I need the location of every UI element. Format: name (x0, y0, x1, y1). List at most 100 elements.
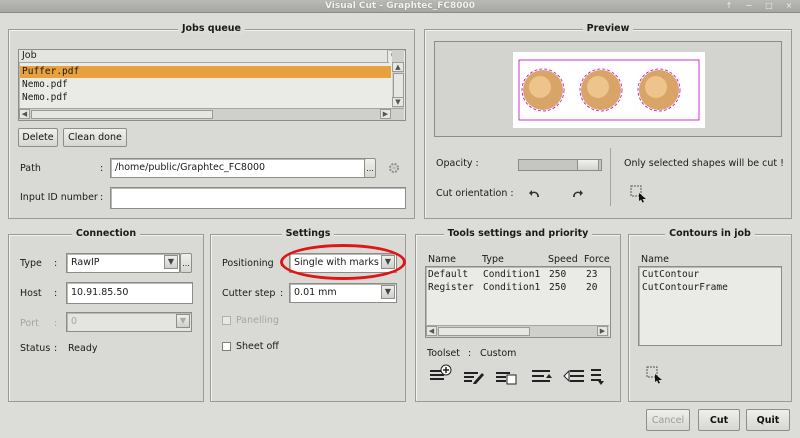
type-select[interactable]: RawIP ▼ (66, 253, 180, 273)
window-title: Visual Cut - Graphtec_FC8000 (324, 1, 476, 11)
title-bar: Visual Cut - Graphtec_FC8000 ↑ − □ × (0, 0, 800, 13)
port-value: 0 (71, 316, 78, 327)
chevron-down-icon[interactable]: ▼ (164, 255, 178, 269)
panelling-checkbox[interactable] (222, 316, 231, 325)
path-colon: : (100, 163, 104, 174)
tools-col-force[interactable]: Force (584, 254, 610, 265)
table-row[interactable]: Register Condition1 250 20 (428, 282, 610, 294)
chevron-down-icon[interactable]: ▼ (176, 314, 190, 328)
delete-button[interactable]: Delete (18, 128, 58, 147)
scroll-down-icon[interactable]: ▼ (392, 97, 404, 107)
highlight-annotation (280, 244, 406, 280)
cut-orientation-label: Cut orientation : (436, 188, 514, 199)
preview-sheet (513, 52, 705, 128)
type-value: RawIP (71, 257, 100, 268)
quit-button[interactable]: Quit (746, 409, 790, 431)
jobs-row-selected[interactable]: Puffer.pdf (20, 66, 391, 78)
port-field[interactable]: 0 ▼ (66, 312, 192, 332)
path-value: /home/public/Graphtec_FC8000 (115, 162, 266, 173)
input-id-label: Input ID number (20, 192, 98, 203)
window-maximize-button[interactable]: □ (762, 0, 776, 11)
move-down-icon[interactable] (590, 366, 606, 386)
puffer-fish-icon (521, 68, 565, 112)
jobs-queue-title: Jobs queue (177, 23, 246, 34)
cancel-button[interactable]: Cancel (646, 409, 690, 431)
puffer-fish-icon (637, 68, 681, 112)
select-contour-icon[interactable] (646, 366, 664, 384)
scroll-right-icon[interactable]: ▶ (597, 326, 608, 336)
jobs-hscrollbar[interactable]: ◀ ▶ (19, 108, 404, 120)
list-item[interactable]: CutContourFrame (642, 282, 728, 293)
path-field[interactable]: /home/public/Graphtec_FC8000 (110, 158, 366, 178)
cutter-step-select[interactable]: 0.01 mm ▼ (289, 283, 397, 303)
toolset-label: Toolset (427, 348, 460, 359)
preview-title: Preview (582, 23, 634, 34)
path-browse-button[interactable]: ... (364, 158, 376, 178)
tools-hscrollbar[interactable]: ◀ ▶ (426, 325, 609, 337)
opacity-slider[interactable] (518, 159, 602, 171)
rotate-right-icon[interactable] (570, 188, 584, 200)
contours-col-name[interactable]: Name (641, 254, 669, 265)
scroll-left-icon[interactable]: ◀ (19, 109, 30, 119)
window-minimize-button[interactable]: − (742, 0, 756, 11)
host-label: Host (20, 288, 42, 299)
status-value: Ready (68, 343, 98, 354)
cutter-step-value: 0.01 mm (294, 287, 337, 298)
host-field[interactable]: 10.91.85.50 (66, 282, 193, 304)
scroll-right-icon[interactable]: ▶ (380, 109, 391, 119)
slider-handle[interactable] (577, 160, 599, 170)
copy-tool-icon[interactable] (494, 366, 518, 386)
tools-col-type[interactable]: Type (482, 254, 504, 265)
preview-artwork (518, 59, 700, 121)
move-top-icon[interactable] (530, 366, 554, 386)
list-item[interactable]: CutContour (642, 269, 699, 280)
scroll-left-icon[interactable]: ◀ (426, 326, 437, 336)
window-close-button[interactable]: × (782, 0, 796, 11)
path-label: Path (20, 163, 41, 174)
job-name: Puffer.pdf (22, 66, 80, 77)
tools-table[interactable]: Default Condition1 250 23 Register Condi… (425, 266, 611, 338)
input-id-colon: : (100, 192, 104, 203)
type-label: Type (20, 258, 42, 269)
toolset-value: Custom (480, 348, 517, 359)
gear-icon[interactable] (388, 162, 400, 174)
job-name: Nemo.pdf (22, 79, 68, 90)
scroll-thumb[interactable] (438, 327, 530, 336)
chevron-down-icon[interactable]: ▼ (381, 285, 395, 299)
tools-col-speed[interactable]: Speed (548, 254, 578, 265)
sheet-off-label: Sheet off (236, 341, 279, 352)
contours-title: Contours in job (665, 228, 755, 239)
rotate-left-icon[interactable] (528, 188, 542, 200)
scroll-thumb[interactable] (393, 73, 404, 99)
positioning-label: Positioning (222, 258, 274, 269)
scroll-up-icon[interactable]: ▲ (392, 62, 404, 72)
job-name: Nemo.pdf (22, 92, 68, 103)
table-row[interactable]: Nemo.pdf (22, 92, 68, 103)
connection-title: Connection (71, 228, 141, 239)
host-value: 10.91.85.50 (71, 287, 129, 298)
jobs-vscrollbar[interactable]: ▲ ▼ (392, 50, 404, 108)
type-options-button[interactable]: ... (180, 253, 192, 273)
table-row[interactable]: Nemo.pdf (22, 79, 68, 90)
jobs-col-job[interactable]: Job (22, 50, 37, 61)
preview-canvas[interactable] (434, 41, 782, 137)
jobs-list[interactable]: Job Co Puffer.pdf Nemo.pdf Nemo.pdf ▲ ▼ … (18, 49, 406, 121)
scroll-thumb[interactable] (31, 110, 213, 119)
add-tool-icon[interactable] (428, 364, 452, 384)
move-up-icon[interactable] (562, 366, 586, 386)
edit-tool-icon[interactable] (462, 366, 486, 386)
cut-button[interactable]: Cut (698, 409, 740, 431)
table-row[interactable]: Default Condition1 250 23 (428, 269, 610, 281)
input-id-field[interactable] (110, 187, 406, 209)
port-label: Port (20, 318, 39, 329)
clean-done-button[interactable]: Clean done (63, 128, 127, 147)
opacity-label: Opacity : (436, 158, 479, 169)
window-up-button[interactable]: ↑ (722, 0, 736, 11)
select-shape-icon[interactable] (630, 185, 648, 203)
contours-list[interactable]: CutContour CutContourFrame (638, 266, 782, 346)
sheet-off-checkbox[interactable] (222, 342, 231, 351)
status-label: Status (20, 343, 51, 354)
tools-col-name[interactable]: Name (428, 254, 456, 265)
puffer-fish-icon (579, 68, 623, 112)
selected-shapes-note: Only selected shapes will be cut ! (624, 158, 784, 169)
